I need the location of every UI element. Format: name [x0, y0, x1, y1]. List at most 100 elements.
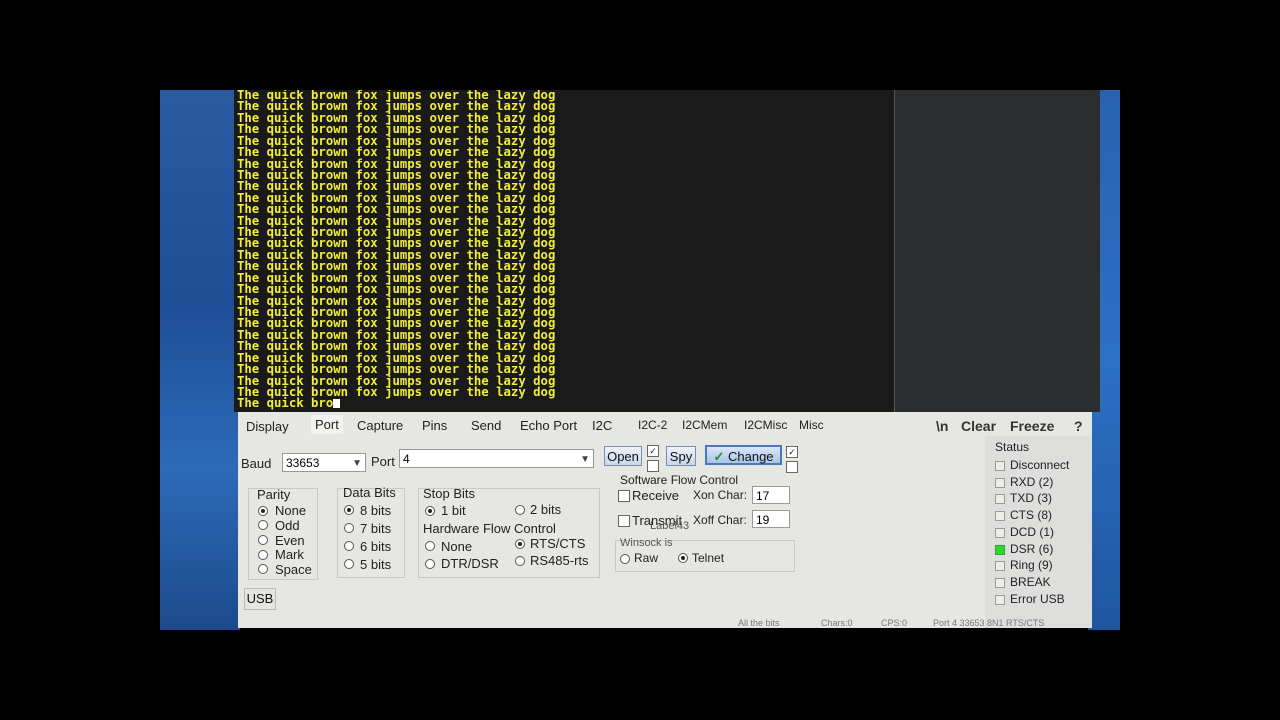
hw-flow-rtscts-radio[interactable]	[515, 539, 525, 549]
change-button[interactable]: ✓ Change	[705, 445, 782, 465]
parity-space-label: Space	[275, 562, 312, 577]
hw-flow-dtrdsr-radio[interactable]	[425, 559, 435, 569]
winsock-raw-label: Raw	[634, 551, 659, 565]
terminal-output[interactable]: The quick brown fox jumps over the lazy …	[234, 90, 1100, 412]
status-led	[995, 544, 1005, 555]
status-led	[995, 527, 1005, 538]
newline-button[interactable]: \n	[936, 418, 948, 434]
terminal-partial-text: The quick bro	[237, 396, 334, 411]
tab-i2cmem[interactable]: I2CMem	[682, 418, 727, 432]
status-item-label: Ring (9)	[1010, 558, 1053, 573]
status-bar: All the bits Chars:0 CPS:0 Port 4 33653 …	[238, 618, 1092, 628]
winsock-telnet-radio[interactable]	[678, 553, 688, 563]
parity-none-radio[interactable]	[258, 506, 268, 516]
terminal-side-pane	[894, 90, 1100, 412]
hw-flow-dtrdsr-label: DTR/DSR	[441, 556, 499, 571]
status-item-label: DCD (1)	[1010, 524, 1054, 539]
parity-none-label: None	[275, 503, 307, 518]
baud-value: 33653	[286, 456, 320, 470]
desktop-wallpaper-left	[160, 90, 240, 630]
data-bits-6-radio[interactable]	[344, 541, 354, 551]
open-button[interactable]: Open	[604, 446, 642, 466]
terminal-line-partial: The quick bro	[237, 396, 617, 411]
xon-input[interactable]: 17	[752, 486, 790, 504]
stop-bits-2-radio[interactable]	[515, 505, 525, 515]
change-checkbox[interactable]: ✓	[786, 446, 798, 458]
open-checkbox[interactable]: ✓	[647, 445, 659, 457]
data-bits-8-radio[interactable]	[344, 505, 354, 515]
overlap-label: Label43	[650, 520, 690, 532]
xoff-label: Xoff Char:	[693, 513, 747, 527]
status-item-label: TXD (3)	[1010, 491, 1052, 506]
data-bits-5-radio[interactable]	[344, 559, 354, 569]
parity-even-radio[interactable]	[258, 535, 268, 545]
control-panel: Display Port Capture Pins Send Echo Port…	[238, 412, 1092, 628]
tab-send[interactable]: Send	[471, 418, 501, 433]
stop-bits-1-label: 1 bit	[441, 503, 466, 518]
tab-echo-port[interactable]: Echo Port	[520, 418, 577, 433]
clear-button[interactable]: Clear	[961, 418, 996, 434]
data-bits-7-radio[interactable]	[344, 523, 354, 533]
change-aux-checkbox[interactable]	[786, 461, 798, 473]
open-aux-checkbox[interactable]	[647, 460, 659, 472]
tab-pins[interactable]: Pins	[422, 418, 447, 433]
hw-flow-title: Hardware Flow Control	[423, 521, 556, 536]
status-item-label: Disconnect	[1010, 458, 1070, 472]
status-panel: Status Disconnect RXD (2) TXD (3) CTS (8) DC…	[985, 436, 1092, 628]
parity-even-label: Even	[275, 533, 305, 548]
status-led	[995, 461, 1005, 471]
xoff-input[interactable]: 19	[752, 510, 790, 528]
statusbar-text: All the bits	[738, 618, 780, 628]
chevron-down-icon: ▼	[352, 458, 362, 469]
tab-display[interactable]: Display	[246, 419, 289, 434]
parity-mark-radio[interactable]	[258, 550, 268, 560]
status-item-label: CTS (8)	[1010, 508, 1052, 523]
usb-button[interactable]: USB	[244, 588, 276, 610]
tab-i2c-2[interactable]: I2C-2	[638, 418, 667, 432]
parity-odd-radio[interactable]	[258, 520, 268, 530]
sw-flow-title: Software Flow Control	[620, 473, 739, 487]
status-item-label: RXD (2)	[1010, 474, 1054, 489]
hw-flow-none-radio[interactable]	[425, 541, 435, 551]
statusbar-chars: Chars:0	[821, 618, 853, 628]
stop-bits-2-label: 2 bits	[530, 502, 562, 517]
parity-mark-label: Mark	[275, 547, 304, 562]
tab-misc[interactable]: Misc	[799, 418, 824, 432]
help-button[interactable]: ?	[1074, 418, 1083, 434]
stop-bits-1-radio[interactable]	[425, 506, 435, 516]
port-select[interactable]: 4 ▼	[399, 449, 594, 468]
parity-title: Parity	[257, 487, 291, 502]
winsock-raw-radio[interactable]	[620, 554, 630, 564]
tab-port[interactable]: Port	[311, 415, 343, 434]
sw-flow-receive-checkbox[interactable]	[618, 490, 630, 502]
tab-i2c[interactable]: I2C	[592, 418, 612, 433]
terminal-text: The quick brown fox jumps over the lazy …	[237, 90, 617, 410]
sw-flow-transmit-checkbox[interactable]	[618, 515, 630, 527]
tab-capture[interactable]: Capture	[357, 418, 403, 433]
freeze-button[interactable]: Freeze	[1010, 418, 1054, 434]
tab-bar: Display Port Capture Pins Send Echo Port…	[238, 412, 1092, 438]
change-label: Change	[727, 449, 774, 464]
sw-flow-receive-label: Receive	[632, 488, 679, 503]
spy-button[interactable]: Spy	[666, 446, 696, 466]
port-label: Port	[371, 454, 395, 469]
data-bits-title: Data Bits	[343, 485, 396, 500]
winsock-title: Winsock is	[620, 537, 673, 549]
data-bits-8-label: 8 bits	[360, 503, 392, 518]
data-bits-7-label: 7 bits	[360, 521, 392, 536]
baud-select[interactable]: 33653 ▼	[282, 453, 366, 472]
baud-label: Baud	[241, 456, 272, 471]
data-bits-5-label: 5 bits	[360, 557, 392, 572]
data-bits-6-label: 6 bits	[360, 539, 392, 554]
status-led	[995, 594, 1005, 605]
stop-bits-title: Stop Bits	[423, 486, 476, 501]
status-led	[995, 511, 1005, 522]
parity-space-radio[interactable]	[258, 564, 268, 574]
status-item-label: DSR (6)	[1010, 541, 1054, 556]
hw-flow-rs485-label: RS485-rts	[530, 553, 589, 568]
tab-i2cmisc[interactable]: I2CMisc	[744, 418, 787, 432]
parity-odd-label: Odd	[275, 518, 300, 533]
hw-flow-rs485-radio[interactable]	[515, 556, 525, 566]
xon-label: Xon Char:	[693, 488, 748, 502]
statusbar-cps: CPS:0	[881, 618, 908, 628]
